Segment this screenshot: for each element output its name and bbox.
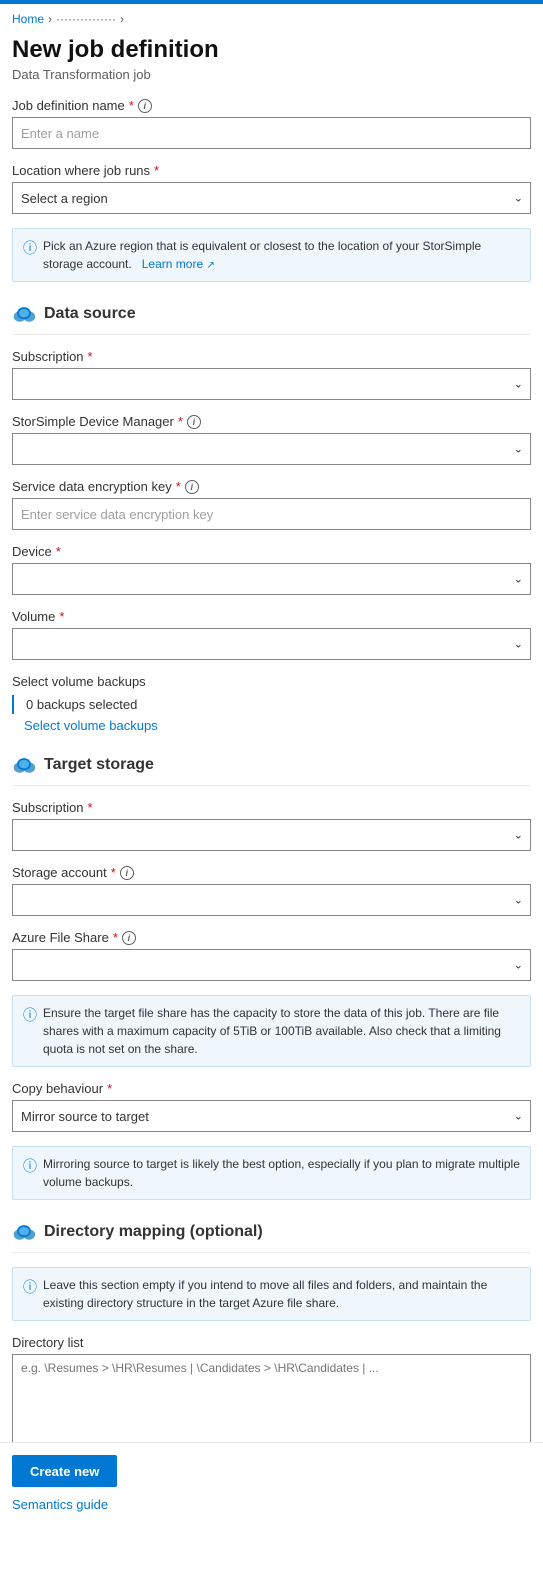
copy-behaviour-group: Copy behaviour * Mirror source to target… — [12, 1081, 531, 1132]
subscription-target-group: Subscription * ⌄ — [12, 800, 531, 851]
storsimple-manager-group: StorSimple Device Manager * i ⌄ — [12, 414, 531, 465]
copy-behaviour-label: Copy behaviour * — [12, 1081, 531, 1096]
mirror-info-text: Mirroring source to target is likely the… — [43, 1155, 520, 1191]
directory-list-label: Directory list — [12, 1335, 531, 1350]
encryption-key-input[interactable] — [12, 498, 531, 530]
mirror-info-box: ⓘ Mirroring source to target is likely t… — [12, 1146, 531, 1200]
device-required: * — [56, 544, 61, 559]
location-info-text: Pick an Azure region that is equivalent … — [43, 237, 520, 273]
copy-behaviour-wrapper: Mirror source to target ⌄ — [12, 1100, 531, 1132]
form-container: Job definition name * i Location where j… — [0, 88, 543, 1592]
subscription-target-required: * — [88, 800, 93, 815]
volume-wrapper: ⌄ — [12, 628, 531, 660]
external-link-icon: ↗ — [206, 260, 214, 271]
storsimple-manager-wrapper: ⌄ — [12, 433, 531, 465]
data-source-title: Data source — [44, 305, 136, 323]
directory-mapping-info-box: ⓘ Leave this section empty if you intend… — [12, 1267, 531, 1321]
volume-backups-section: Select volume backups 0 backups selected… — [12, 674, 531, 733]
copy-behaviour-required: * — [107, 1081, 112, 1096]
volume-required: * — [59, 609, 64, 624]
location-info-box: ⓘ Pick an Azure region that is equivalen… — [12, 228, 531, 282]
target-storage-cloud-icon — [12, 753, 36, 777]
file-share-info-box: ⓘ Ensure the target file share has the c… — [12, 995, 531, 1067]
azure-file-share-required: * — [113, 930, 118, 945]
subscription-target-label: Subscription * — [12, 800, 531, 815]
data-source-cloud-icon — [12, 302, 36, 326]
learn-more-link[interactable]: Learn more ↗ — [138, 257, 214, 271]
mirror-info-icon: ⓘ — [23, 1156, 37, 1176]
azure-file-share-select[interactable] — [12, 949, 531, 981]
location-group: Location where job runs * Select a regio… — [12, 163, 531, 214]
storsimple-info-icon[interactable]: i — [187, 415, 201, 429]
azure-file-share-wrapper: ⌄ — [12, 949, 531, 981]
directory-mapping-info-icon: ⓘ — [23, 1277, 37, 1297]
azure-file-share-group: Azure File Share * i ⌄ — [12, 930, 531, 981]
location-required-star: * — [154, 163, 159, 178]
breadcrumb-sep2: › — [120, 12, 124, 26]
encryption-key-info-icon[interactable]: i — [185, 480, 199, 494]
job-name-group: Job definition name * i — [12, 98, 531, 149]
directory-mapping-info-text: Leave this section empty if you intend t… — [43, 1276, 520, 1312]
location-select[interactable]: Select a region — [12, 182, 531, 214]
volume-select[interactable] — [12, 628, 531, 660]
subscription-source-group: Subscription * ⌄ — [12, 349, 531, 400]
job-name-input[interactable] — [12, 117, 531, 149]
device-select[interactable] — [12, 563, 531, 595]
semantics-guide-link[interactable]: Semantics guide — [12, 1497, 108, 1512]
azure-file-share-label: Azure File Share * i — [12, 930, 531, 945]
breadcrumb-home[interactable]: Home — [12, 12, 44, 26]
subscription-target-wrapper: ⌄ — [12, 819, 531, 851]
encryption-key-label: Service data encryption key * i — [12, 479, 531, 494]
job-name-info-icon[interactable]: i — [138, 99, 152, 113]
target-storage-section-header: Target storage — [12, 753, 531, 786]
footer-bar: Create new — [0, 1442, 543, 1499]
location-select-wrapper: Select a region ⌄ — [12, 182, 531, 214]
storsimple-required: * — [178, 414, 183, 429]
breadcrumb-sep1: › — [48, 12, 52, 26]
job-name-label: Job definition name * i — [12, 98, 531, 113]
volume-group: Volume * ⌄ — [12, 609, 531, 660]
required-star: * — [129, 98, 134, 113]
location-info-icon: ⓘ — [23, 238, 37, 258]
storage-account-select[interactable] — [12, 884, 531, 916]
storsimple-manager-select[interactable] — [12, 433, 531, 465]
directory-mapping-section-header: Directory mapping (optional) — [12, 1220, 531, 1253]
breadcrumb-workspace[interactable]: ··············· — [56, 12, 116, 26]
storage-account-label: Storage account * i — [12, 865, 531, 880]
file-share-info-text: Ensure the target file share has the cap… — [43, 1004, 520, 1058]
device-group: Device * ⌄ — [12, 544, 531, 595]
subscription-target-select[interactable] — [12, 819, 531, 851]
subscription-source-select[interactable] — [12, 368, 531, 400]
breadcrumb: Home › ··············· › — [0, 4, 543, 30]
azure-file-share-info-icon[interactable]: i — [122, 931, 136, 945]
storage-account-info-icon[interactable]: i — [120, 866, 134, 880]
target-storage-title: Target storage — [44, 756, 154, 774]
subscription-source-label: Subscription * — [12, 349, 531, 364]
page-subtitle: Data Transformation job — [12, 67, 531, 82]
encryption-key-required: * — [176, 479, 181, 494]
backup-count: 0 backups selected — [12, 695, 531, 714]
create-new-button[interactable]: Create new — [12, 1455, 117, 1487]
data-source-section-header: Data source — [12, 302, 531, 335]
encryption-key-group: Service data encryption key * i — [12, 479, 531, 530]
copy-behaviour-select[interactable]: Mirror source to target — [12, 1100, 531, 1132]
storage-account-group: Storage account * i ⌄ — [12, 865, 531, 916]
page-title: New job definition — [12, 34, 531, 65]
device-label: Device * — [12, 544, 531, 559]
directory-mapping-title: Directory mapping (optional) — [44, 1223, 263, 1241]
directory-mapping-cloud-icon — [12, 1220, 36, 1244]
select-volume-backups-link[interactable]: Select volume backups — [12, 718, 531, 733]
volume-backups-label: Select volume backups — [12, 674, 531, 689]
device-wrapper: ⌄ — [12, 563, 531, 595]
subscription-source-wrapper: ⌄ — [12, 368, 531, 400]
page-header: New job definition Data Transformation j… — [0, 30, 543, 88]
subscription-source-required: * — [88, 349, 93, 364]
location-label: Location where job runs * — [12, 163, 531, 178]
volume-label: Volume * — [12, 609, 531, 624]
storsimple-manager-label: StorSimple Device Manager * i — [12, 414, 531, 429]
file-share-info-icon: ⓘ — [23, 1005, 37, 1025]
storage-account-required: * — [111, 865, 116, 880]
storage-account-wrapper: ⌄ — [12, 884, 531, 916]
